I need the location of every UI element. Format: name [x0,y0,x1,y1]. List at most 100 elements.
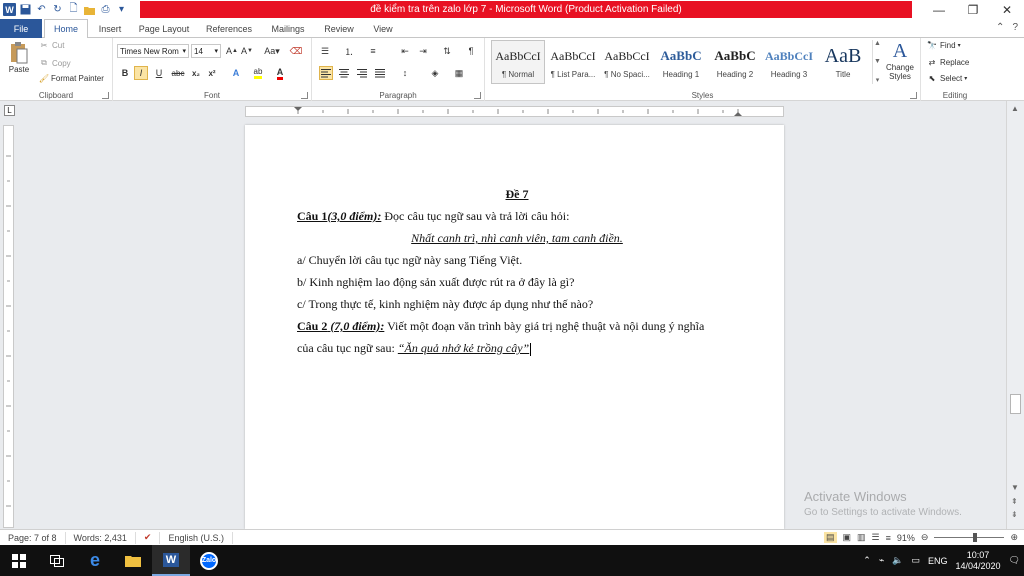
proofing-icon[interactable]: ✔ [136,531,161,544]
italic-icon[interactable]: I [134,66,148,80]
redo-icon[interactable]: ↻ [51,3,64,16]
scrollbar-thumb[interactable] [1010,394,1021,414]
close-button[interactable]: ✕ [990,0,1024,19]
paragraph-launcher-icon[interactable] [474,92,481,99]
superscript-icon[interactable]: x² [205,66,219,80]
styles-gallery-scroll[interactable]: ▲ ▼ ▾ [872,40,882,84]
next-page-icon[interactable]: ⇟ [1011,510,1018,519]
cut-button[interactable]: ✂ Cut [38,41,65,50]
highlight-icon[interactable]: ab [251,66,265,80]
decrease-indent-icon[interactable]: ⇤ [398,44,412,58]
page-count[interactable]: Page: 7 of 8 [0,531,66,544]
customize-toolbar-icon[interactable]: ▾ [115,3,128,16]
zoom-level[interactable]: 91% [897,533,915,543]
styles-launcher-icon[interactable] [910,92,917,99]
web-layout-icon[interactable]: ▥ [857,532,866,543]
notifications-icon[interactable]: 🗨 [1009,555,1020,566]
align-left-icon[interactable] [319,66,333,80]
style-title[interactable]: AaB Title [816,40,870,84]
open-folder-icon[interactable] [83,3,96,16]
vertical-scrollbar[interactable]: ▲ ▼ ⇞ ⇟ [1006,101,1024,529]
tab-home[interactable]: Home [44,19,88,39]
tab-page-layout[interactable]: Page Layout [134,19,194,38]
undo-icon[interactable]: ↶ [35,3,48,16]
task-view-icon[interactable] [38,545,76,576]
zoom-out-icon[interactable]: ⊖ [921,532,929,543]
sort-icon[interactable]: ⇅ [440,44,454,58]
shading-icon[interactable]: ◈ [428,66,442,80]
previous-page-icon[interactable]: ⇞ [1011,497,1018,506]
tab-insert[interactable]: Insert [90,19,130,38]
grow-font-icon[interactable]: A ▲ [225,44,239,58]
change-styles-button[interactable]: A Change Styles [883,40,917,81]
clipboard-launcher-icon[interactable] [102,92,109,99]
font-launcher-icon[interactable] [301,92,308,99]
font-name-box[interactable]: Times New Rom ▾ [117,44,189,58]
numbering-icon[interactable]: ⒈ [342,44,356,58]
clear-formatting-icon[interactable]: ⌫ [289,44,303,58]
borders-icon[interactable]: ▦ [452,66,466,80]
horizontal-ruler[interactable] [245,106,784,117]
word-logo-icon[interactable]: W [3,3,16,16]
zoom-slider[interactable] [934,533,1005,542]
font-size-box[interactable]: 14 ▾ [191,44,221,58]
tab-references[interactable]: References [200,19,258,38]
minimize-button[interactable]: — [922,0,956,19]
tab-view[interactable]: View [366,19,400,38]
style-normal[interactable]: AaBbCcI ¶ Normal [491,40,545,84]
bold-icon[interactable]: B [118,66,132,80]
network-icon[interactable]: ⌁ [879,555,884,566]
change-case-icon[interactable]: Aa▾ [262,44,282,58]
full-screen-reading-icon[interactable]: ▣ [843,532,852,543]
draft-icon[interactable]: ≡ [886,533,891,543]
vertical-ruler[interactable] [3,125,14,528]
font-color-icon[interactable]: A [273,66,287,80]
print-preview-icon[interactable]: ⎙ [99,3,112,16]
file-explorer-icon[interactable] [114,545,152,576]
tab-mailings[interactable]: Mailings [264,19,312,38]
new-document-icon[interactable]: 🗋 [67,3,80,16]
size-dropdown-icon[interactable]: ▾ [214,47,220,55]
tab-selector-icon[interactable]: L [4,105,15,116]
replace-button[interactable]: ⇄ Replace [926,58,970,67]
align-right-icon[interactable] [355,66,369,80]
strikethrough-icon[interactable]: abc [171,66,185,80]
multilevel-list-icon[interactable]: ≡ [366,44,380,58]
outline-icon[interactable]: ☰ [872,532,880,543]
style-heading-3[interactable]: AaBbCcI Heading 3 [762,40,816,84]
paste-button[interactable]: Paste [6,41,32,85]
line-spacing-icon[interactable]: ↕ [398,66,412,80]
justify-icon[interactable] [373,66,387,80]
document-page[interactable]: Đề 7 Câu 1(3,0 điểm): Đọc câu tục ngữ sa… [245,125,784,529]
text-effects-icon[interactable]: A [229,66,243,80]
clock[interactable]: 10:07 14/04/2020 [956,550,1001,572]
show-formatting-icon[interactable]: ¶ [464,44,478,58]
tab-review[interactable]: Review [318,19,360,38]
increase-indent-icon[interactable]: ⇥ [416,44,430,58]
word-count[interactable]: Words: 2,431 [66,531,136,544]
volume-icon[interactable]: 🔈 [892,555,903,566]
language-indicator-taskbar[interactable]: ENG [928,556,948,566]
language-indicator[interactable]: English (U.S.) [160,531,233,544]
subscript-icon[interactable]: x₂ [189,66,203,80]
style-list-paragraph[interactable]: AaBbCcI ¶ List Para... [546,40,600,84]
minimize-ribbon-icon[interactable]: ⌃ [996,22,1004,33]
ime-icon[interactable]: ▭ [911,555,920,566]
document-body[interactable]: Đề 7 Câu 1(3,0 điểm): Đọc câu tục ngữ sa… [297,183,737,359]
style-no-spacing[interactable]: AaBbCcI ¶ No Spaci... [600,40,654,84]
zoom-slider-thumb[interactable] [972,533,977,542]
show-hidden-icons-icon[interactable]: ⌃ [863,555,871,566]
underline-icon[interactable]: U [152,66,166,80]
find-button[interactable]: 🔭 Find ▾ [926,41,961,50]
scroll-up-icon[interactable]: ▲ [1011,104,1019,113]
style-heading-1[interactable]: AaBbC Heading 1 [654,40,708,84]
scroll-down-icon[interactable]: ▼ [1011,483,1019,492]
edge-browser-icon[interactable]: e [76,545,114,576]
shrink-font-icon[interactable]: A ▼ [240,44,254,58]
select-button[interactable]: ⬉ Select ▾ [926,74,968,83]
zalo-icon[interactable]: Zalo [190,545,228,576]
save-icon[interactable] [19,3,32,16]
copy-button[interactable]: ⧉ Copy [38,58,71,68]
bullets-icon[interactable]: ☰ [318,44,332,58]
format-painter-button[interactable]: 🖌 Format Painter [38,74,104,83]
